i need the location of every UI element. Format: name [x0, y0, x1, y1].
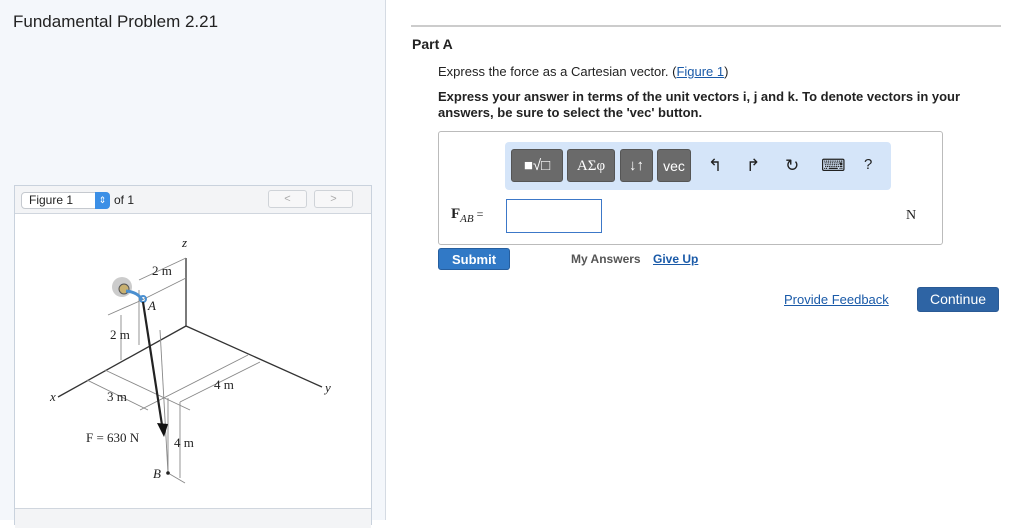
- answer-instructions: Express your answer in terms of the unit…: [438, 89, 961, 120]
- prev-figure-button[interactable]: <: [268, 190, 307, 208]
- figure-link[interactable]: Figure 1: [676, 64, 724, 79]
- figure-footer: [15, 508, 371, 528]
- answer-label: FAB =: [451, 206, 484, 225]
- question-prompt: Express the force as a Cartesian vector.…: [438, 64, 729, 79]
- give-up-link[interactable]: Give Up: [653, 252, 698, 266]
- figure-count: of 1: [114, 193, 135, 207]
- my-answers-link[interactable]: My Answers: [571, 252, 641, 266]
- figure-panel: Fundamental Problem 2.21 Figure 1 ⇕ of 1 …: [0, 0, 386, 528]
- redo-icon[interactable]: ↱: [746, 156, 760, 176]
- figure-select[interactable]: Figure 1 ⇕: [21, 192, 110, 209]
- figure-box: Figure 1 ⇕ of 1 < >: [14, 185, 372, 528]
- problem-title: Fundamental Problem 2.21: [13, 12, 219, 31]
- vec-button[interactable]: vec: [657, 149, 691, 182]
- math-toolbar: ■√□ ΑΣφ ↓↑ vec ↰ ↱ ↻ ⌨ ?: [505, 142, 891, 190]
- divider: [411, 25, 1001, 27]
- arrows-button[interactable]: ↓↑: [620, 149, 653, 182]
- help-icon[interactable]: ?: [864, 156, 872, 173]
- figure-select-value: Figure 1: [29, 193, 74, 207]
- provide-feedback-link[interactable]: Provide Feedback: [784, 292, 889, 307]
- part-title: Part A: [412, 36, 453, 52]
- unit-label: N: [906, 208, 917, 223]
- answer-box: ■√□ ΑΣφ ↓↑ vec ↰ ↱ ↻ ⌨ ? FAB = N: [438, 131, 943, 245]
- templates-button[interactable]: ■√□: [511, 149, 563, 182]
- continue-button[interactable]: Continue: [917, 287, 999, 312]
- figure-header: Figure 1 ⇕ of 1 < >: [15, 186, 371, 214]
- answer-input[interactable]: [506, 199, 602, 233]
- select-arrows-icon: ⇕: [95, 192, 110, 209]
- reset-icon[interactable]: ↻: [785, 156, 799, 176]
- next-figure-button[interactable]: >: [314, 190, 353, 208]
- keyboard-icon[interactable]: ⌨: [821, 156, 846, 176]
- greek-button[interactable]: ΑΣφ: [567, 149, 615, 182]
- submit-button[interactable]: Submit: [438, 248, 510, 270]
- undo-icon[interactable]: ↰: [708, 156, 722, 176]
